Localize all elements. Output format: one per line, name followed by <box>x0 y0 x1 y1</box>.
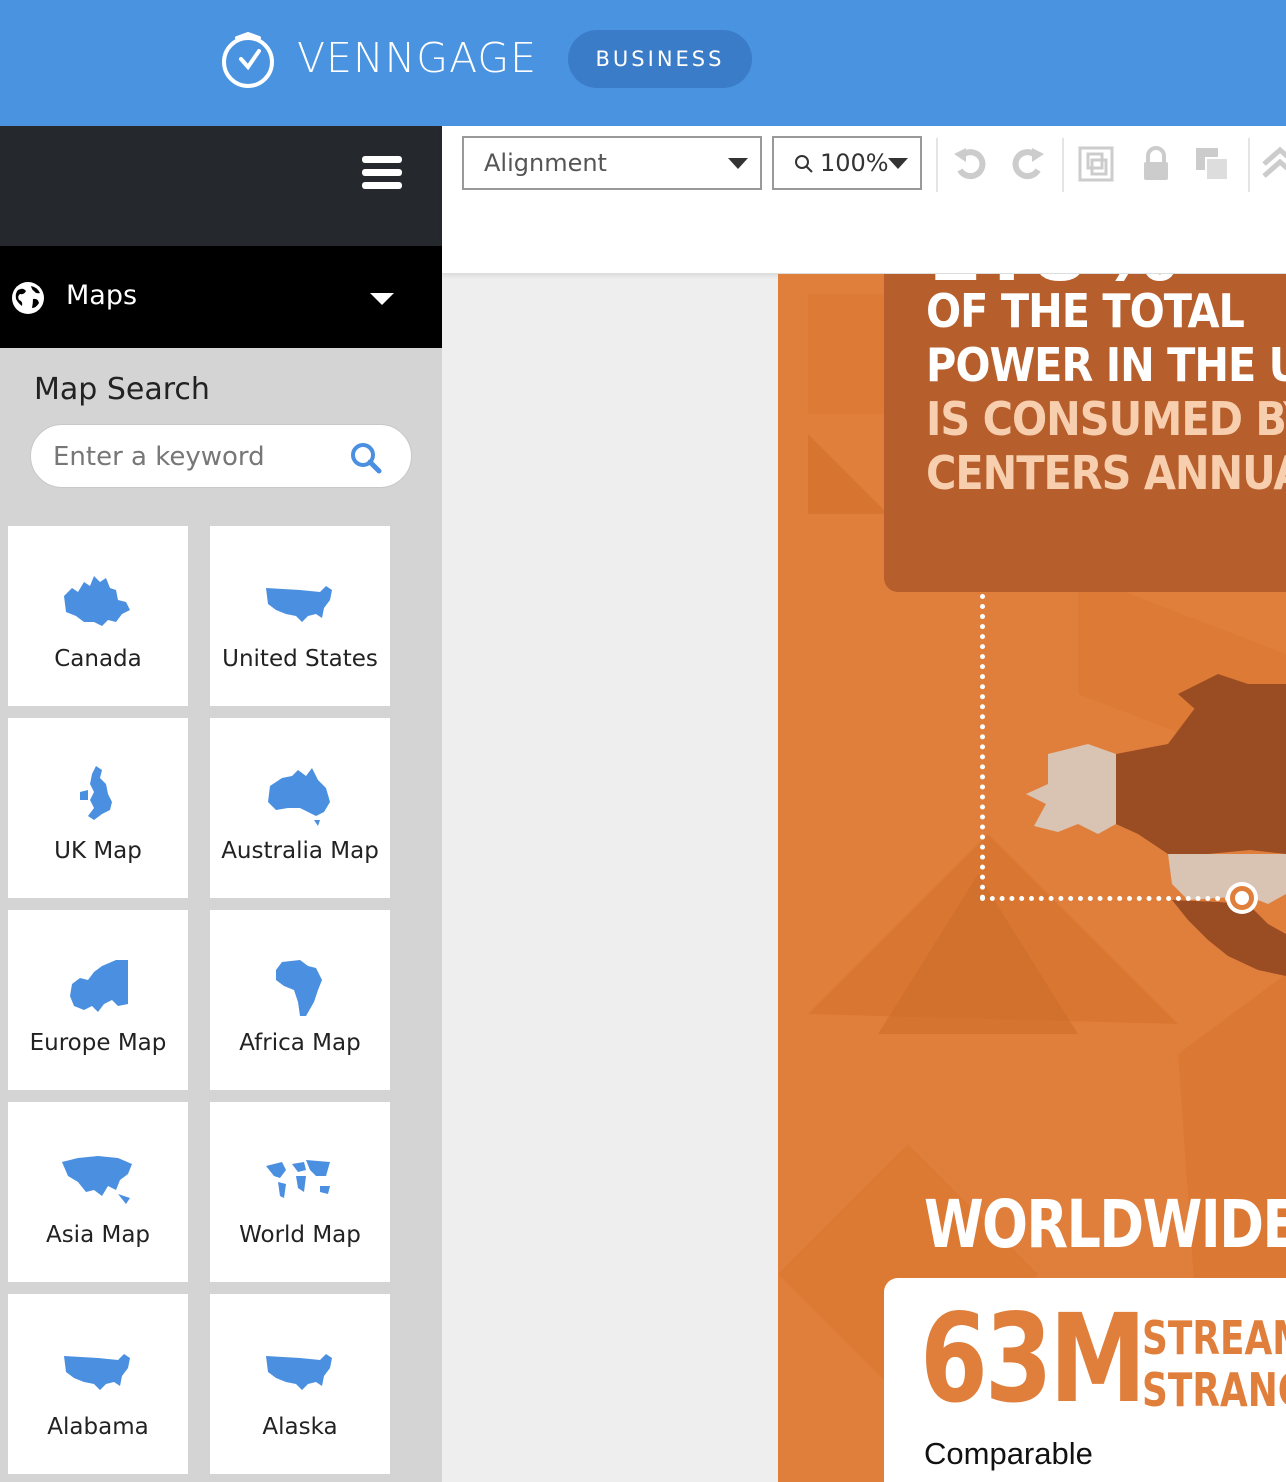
search-title: Map Search <box>34 372 210 407</box>
map-search-panel: Map Search Canada United States UK Map A… <box>0 348 442 1482</box>
zoom-value: 100% <box>820 149 889 177</box>
map-tile-world[interactable]: World Map <box>210 1102 390 1282</box>
tile-label: Alabama <box>47 1414 149 1440</box>
map-tile-uk[interactable]: UK Map <box>8 718 188 898</box>
hamburger-menu-icon[interactable] <box>362 156 402 192</box>
stat-text: OF THE TOTAL POWER IN THE U.S. IS CONSUM… <box>926 284 1286 500</box>
map-tile-united-states[interactable]: United States <box>210 526 390 706</box>
map-tile-australia[interactable]: Australia Map <box>210 718 390 898</box>
tile-label: Alaska <box>262 1414 338 1440</box>
stat-line: POWER IN THE U.S. <box>926 338 1286 392</box>
alignment-dropdown[interactable]: Alignment <box>462 136 762 190</box>
streams-line: STRANGER <box>1142 1363 1286 1417</box>
venngage-logo-icon[interactable] <box>219 31 277 89</box>
bring-forward-icon[interactable] <box>1260 144 1286 184</box>
tile-label: Australia Map <box>221 838 379 864</box>
tile-label: Asia Map <box>45 1222 151 1248</box>
africa-map-icon <box>276 960 322 1016</box>
redo-icon[interactable] <box>1008 144 1048 184</box>
map-tile-alabama[interactable]: Alabama <box>8 1294 188 1474</box>
infographic-canvas[interactable]: 1.8% OF THE TOTAL POWER IN THE U.S. IS C… <box>778 274 1286 1482</box>
map-tile-asia[interactable]: Asia Map <box>8 1102 188 1282</box>
stat-line: IS CONSUMED BY DATA <box>926 392 1286 446</box>
world-map-icon <box>266 1160 330 1198</box>
comparable-text: Comparable <box>924 1436 1093 1471</box>
tile-label: World Map <box>239 1222 361 1248</box>
chevron-down-icon[interactable] <box>370 293 394 305</box>
sidebar-header <box>0 126 442 246</box>
north-america-map[interactable] <box>1018 664 1286 994</box>
undo-icon[interactable] <box>950 144 990 184</box>
map-tile-alaska[interactable]: Alaska <box>210 1294 390 1474</box>
australia-map-icon <box>268 768 330 826</box>
alaska-map-icon <box>266 1354 332 1390</box>
tile-label: Canada <box>54 646 142 672</box>
plan-badge[interactable]: BUSINESS <box>568 30 752 88</box>
big-number: 63M <box>920 1288 1147 1430</box>
globe-icon <box>12 282 44 314</box>
duplicate-icon[interactable] <box>1192 144 1232 184</box>
streams-card[interactable]: 63M STREAMS STRANGER Comparable <box>884 1278 1286 1482</box>
lock-icon[interactable] <box>1136 144 1176 184</box>
stat-card[interactable]: 1.8% OF THE TOTAL POWER IN THE U.S. IS C… <box>884 274 1286 592</box>
toolbar-divider <box>1062 138 1064 192</box>
search-input[interactable] <box>53 437 343 477</box>
us-map-icon <box>266 586 332 622</box>
chevron-down-icon <box>888 158 908 169</box>
stat-line: OF THE TOTAL <box>926 284 1245 338</box>
brand-name[interactable]: VENNGAGE <box>297 34 537 82</box>
tile-label: Europe Map <box>29 1030 167 1056</box>
toolbar-divider <box>936 138 938 192</box>
connector-line <box>980 594 985 900</box>
editor-toolbar: Alignment 100% <box>442 126 1286 274</box>
toolbar-divider <box>1248 138 1250 192</box>
tile-label: Africa Map <box>239 1030 361 1056</box>
europe-map-icon <box>70 960 128 1012</box>
uk-map-icon <box>80 766 112 820</box>
group-icon[interactable] <box>1076 144 1116 184</box>
stat-line: CENTERS ANNUALLY <box>926 446 1286 500</box>
tile-label: United States <box>222 646 378 672</box>
zoom-icon <box>795 155 813 173</box>
sidebar-section-selector[interactable]: Maps <box>0 246 442 348</box>
map-tile-canada[interactable]: Canada <box>8 526 188 706</box>
alabama-map-icon <box>64 1354 130 1390</box>
asia-map-icon <box>62 1156 132 1204</box>
search-icon[interactable] <box>349 441 383 475</box>
streams-line: STREAMS <box>1142 1311 1286 1365</box>
section-heading[interactable]: WORLDWIDE <box>924 1186 1286 1263</box>
canada-map-icon <box>64 576 130 626</box>
chevron-down-icon <box>728 158 748 169</box>
search-box <box>30 424 412 488</box>
map-tile-europe[interactable]: Europe Map <box>8 910 188 1090</box>
connector-line <box>980 896 1240 901</box>
zoom-dropdown[interactable]: 100% <box>772 136 922 190</box>
section-title: Maps <box>66 280 138 311</box>
top-header: VENNGAGE BUSINESS <box>0 0 1286 126</box>
alignment-label: Alignment <box>484 149 607 177</box>
tile-label: UK Map <box>54 838 142 864</box>
map-pin-icon[interactable] <box>1230 886 1254 910</box>
map-tile-africa[interactable]: Africa Map <box>210 910 390 1090</box>
streams-text: STREAMS STRANGER <box>1142 1312 1286 1416</box>
